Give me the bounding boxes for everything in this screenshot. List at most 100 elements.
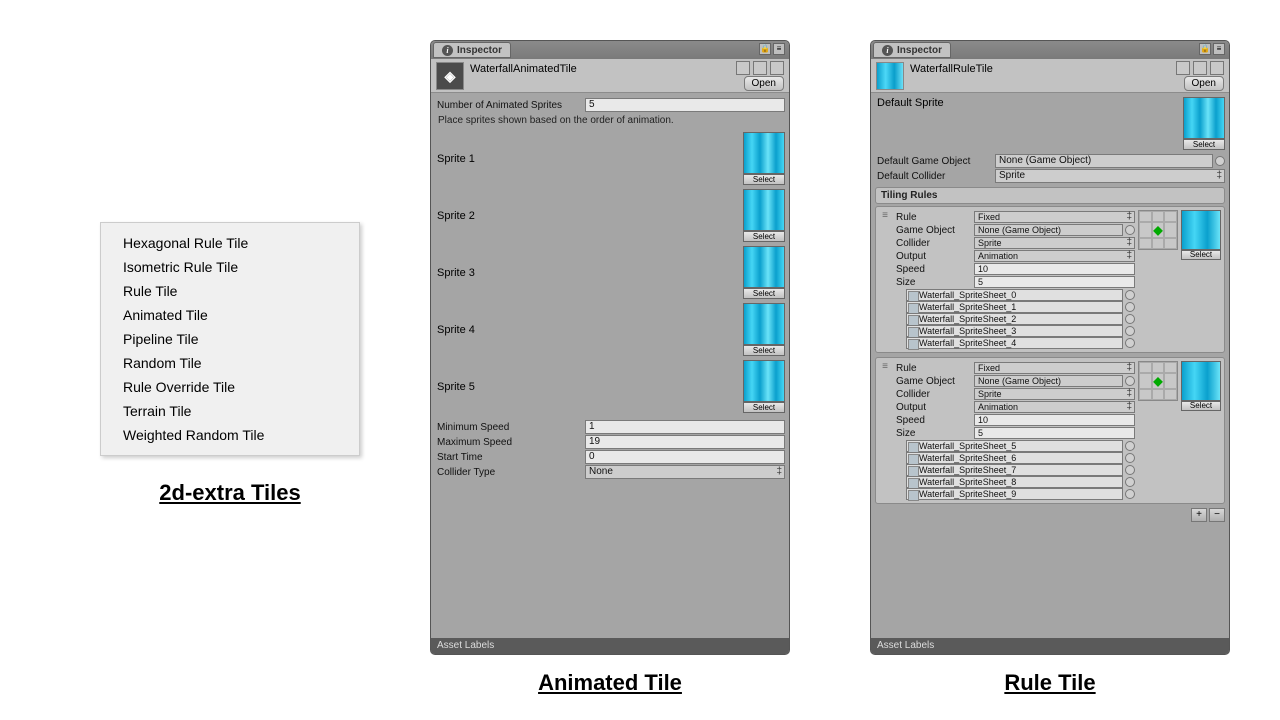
select-button[interactable]: Select: [1183, 139, 1225, 150]
sprite-ref-field[interactable]: Waterfall_SpriteSheet_6: [906, 452, 1123, 464]
menu-item[interactable]: Rule Override Tile: [101, 375, 359, 399]
select-button[interactable]: Select: [743, 402, 785, 413]
prefab-override-icon[interactable]: [736, 61, 750, 75]
gear-icon[interactable]: [770, 61, 784, 75]
select-button[interactable]: Select: [743, 231, 785, 242]
arrow-icon: ◆: [1153, 223, 1162, 237]
menu-item[interactable]: Weighted Random Tile: [101, 423, 359, 447]
select-button[interactable]: Select: [743, 174, 785, 185]
panel-body: Default Sprite Select Default Game Objec…: [871, 93, 1229, 638]
sprite-thumb[interactable]: [743, 360, 785, 402]
rule-sprite-thumb[interactable]: [1181, 361, 1221, 401]
prefab-override-icon[interactable]: [1176, 61, 1190, 75]
speed-field[interactable]: 10: [974, 414, 1135, 426]
rule-neighbor-grid[interactable]: ◆: [1138, 361, 1178, 401]
remove-rule-button[interactable]: −: [1209, 508, 1225, 522]
tiling-rules-header: Tiling Rules: [875, 187, 1225, 204]
lock-icon[interactable]: 🔒: [1199, 43, 1211, 55]
sprite-thumb[interactable]: [743, 132, 785, 174]
object-picker-icon[interactable]: [1125, 338, 1135, 348]
sprite-label: Sprite 4: [435, 324, 555, 336]
inspector-rule-tile: i Inspector 🔒 ≡ WaterfallRuleTile Open D…: [870, 40, 1230, 655]
tab-inspector[interactable]: i Inspector: [433, 42, 511, 58]
object-picker-icon[interactable]: [1125, 290, 1135, 300]
size-field[interactable]: 5: [974, 427, 1135, 439]
collider-type-select[interactable]: None: [585, 465, 785, 479]
panel-body: Number of Animated Sprites 5 Place sprit…: [431, 93, 789, 638]
object-picker-icon[interactable]: [1215, 156, 1225, 166]
size-field[interactable]: 5: [974, 276, 1135, 288]
rule-sprite-thumb[interactable]: [1181, 210, 1221, 250]
menu-item[interactable]: Animated Tile: [101, 303, 359, 327]
drag-handle-icon[interactable]: ≡: [879, 361, 891, 500]
menu-item[interactable]: Pipeline Tile: [101, 327, 359, 351]
help-icon[interactable]: [1193, 61, 1207, 75]
asset-header: ◈ WaterfallAnimatedTile Open: [431, 59, 789, 93]
sprite-thumb[interactable]: [743, 246, 785, 288]
sprite-ref-field[interactable]: Waterfall_SpriteSheet_5: [906, 440, 1123, 452]
select-button[interactable]: Select: [1181, 401, 1221, 411]
object-picker-icon[interactable]: [1125, 477, 1135, 487]
menu-item[interactable]: Hexagonal Rule Tile: [101, 231, 359, 255]
rule-select[interactable]: Fixed: [974, 211, 1135, 223]
default-game-object-field[interactable]: None (Game Object): [995, 154, 1213, 168]
menu-icon[interactable]: ≡: [773, 43, 785, 55]
menu-item[interactable]: Terrain Tile: [101, 399, 359, 423]
collider-select[interactable]: Sprite: [974, 237, 1135, 249]
object-picker-icon[interactable]: [1125, 441, 1135, 451]
select-button[interactable]: Select: [743, 288, 785, 299]
sprite-thumb[interactable]: [743, 189, 785, 231]
menu-icon[interactable]: ≡: [1213, 43, 1225, 55]
max-speed-field[interactable]: 19: [585, 435, 785, 449]
menu-item[interactable]: Random Tile: [101, 351, 359, 375]
sprite-label: Sprite 3: [435, 267, 555, 279]
menu-item[interactable]: Rule Tile: [101, 279, 359, 303]
open-button[interactable]: Open: [744, 76, 784, 91]
object-picker-icon[interactable]: [1125, 302, 1135, 312]
sprite-thumb[interactable]: [743, 303, 785, 345]
object-picker-icon[interactable]: [1125, 326, 1135, 336]
object-picker-icon[interactable]: [1125, 489, 1135, 499]
sprite-ref-field[interactable]: Waterfall_SpriteSheet_4: [906, 337, 1123, 349]
object-picker-icon[interactable]: [1125, 453, 1135, 463]
start-time-field[interactable]: 0: [585, 450, 785, 464]
add-rule-button[interactable]: +: [1191, 508, 1207, 522]
select-button[interactable]: Select: [743, 345, 785, 356]
speed-field[interactable]: 10: [974, 263, 1135, 275]
rule-select[interactable]: Fixed: [974, 362, 1135, 374]
label: Collider Type: [435, 467, 585, 478]
default-sprite-thumb[interactable]: [1183, 97, 1225, 139]
rule-neighbor-grid[interactable]: ◆: [1138, 210, 1178, 250]
label: Start Time: [435, 452, 585, 463]
sprite-ref-field[interactable]: Waterfall_SpriteSheet_9: [906, 488, 1123, 500]
menu-item[interactable]: Isometric Rule Tile: [101, 255, 359, 279]
output-select[interactable]: Animation: [974, 401, 1135, 413]
lock-icon[interactable]: 🔒: [759, 43, 771, 55]
asset-labels-bar[interactable]: Asset Labels: [431, 638, 789, 654]
object-picker-icon[interactable]: [1125, 225, 1135, 235]
collider-select[interactable]: Sprite: [974, 388, 1135, 400]
object-picker-icon[interactable]: [1125, 376, 1135, 386]
tab-inspector[interactable]: i Inspector: [873, 42, 951, 58]
object-picker-icon[interactable]: [1125, 465, 1135, 475]
drag-handle-icon[interactable]: ≡: [879, 210, 891, 349]
game-object-field[interactable]: None (Game Object): [974, 375, 1123, 387]
help-icon[interactable]: [753, 61, 767, 75]
tab-bar: i Inspector 🔒 ≡: [871, 41, 1229, 59]
default-collider-select[interactable]: Sprite: [995, 169, 1225, 183]
sprite-ref-field[interactable]: Waterfall_SpriteSheet_3: [906, 325, 1123, 337]
num-sprites-field[interactable]: 5: [585, 98, 785, 112]
gear-icon[interactable]: [1210, 61, 1224, 75]
select-button[interactable]: Select: [1181, 250, 1221, 260]
asset-labels-bar[interactable]: Asset Labels: [871, 638, 1229, 654]
open-button[interactable]: Open: [1184, 76, 1224, 91]
sprite-ref-field[interactable]: Waterfall_SpriteSheet_2: [906, 313, 1123, 325]
object-picker-icon[interactable]: [1125, 314, 1135, 324]
game-object-field[interactable]: None (Game Object): [974, 224, 1123, 236]
sprite-ref-field[interactable]: Waterfall_SpriteSheet_7: [906, 464, 1123, 476]
min-speed-field[interactable]: 1: [585, 420, 785, 434]
sprite-ref-field[interactable]: Waterfall_SpriteSheet_1: [906, 301, 1123, 313]
sprite-ref-field[interactable]: Waterfall_SpriteSheet_8: [906, 476, 1123, 488]
output-select[interactable]: Animation: [974, 250, 1135, 262]
sprite-ref-field[interactable]: Waterfall_SpriteSheet_0: [906, 289, 1123, 301]
